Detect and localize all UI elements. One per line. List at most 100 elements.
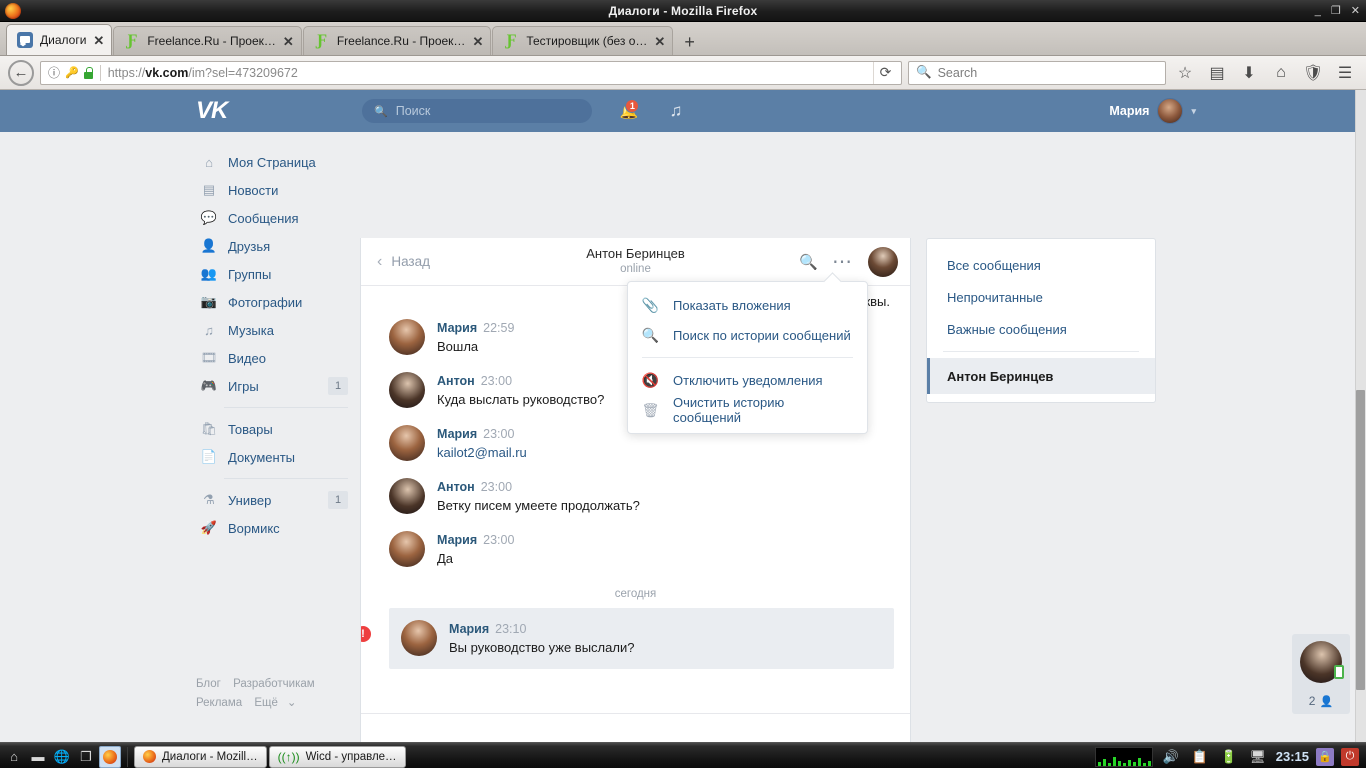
browser-globe-icon[interactable]: 🌐 (51, 746, 73, 768)
sidebar-item-label: Видео (228, 350, 266, 366)
lock-icon[interactable] (83, 66, 93, 79)
volume-icon[interactable]: 🔊 (1160, 746, 1182, 768)
footer-link-developers[interactable]: Разработчикам (233, 678, 315, 690)
tab-close-icon[interactable]: ✕ (472, 35, 483, 48)
message-author[interactable]: Антон (437, 374, 475, 388)
taskbar-window-firefox[interactable]: Диалоги - Mozill… (134, 745, 267, 768)
back-to-dialogs-button[interactable]: ‹ Назад (377, 253, 431, 270)
message-author[interactable]: Мария (437, 427, 477, 441)
avatar[interactable] (389, 319, 425, 355)
browser-tab-dialogi[interactable]: Диалоги ✕ (6, 24, 113, 55)
dialog-item-anton-berintsev[interactable]: Антон Беринцев (927, 358, 1155, 394)
hamburger-menu-icon[interactable]: ☰ (1332, 60, 1358, 86)
browser-navbar: ← ⓘ 🔑 https://vk.com/im?sel=473209672 ⟳ … (0, 56, 1366, 90)
minimize-button[interactable]: _ (1315, 5, 1321, 17)
sidebar-item-friends[interactable]: 👤 Друзья (196, 232, 352, 260)
message-author[interactable]: Антон (437, 480, 475, 494)
back-label: Назад (391, 254, 431, 269)
music-icon[interactable]: ♫ (663, 99, 689, 123)
message-text: Ветку писем умеете продолжать? (437, 498, 640, 513)
network-icon[interactable]: 🖥 (1247, 746, 1269, 768)
cpu-graph-icon[interactable] (1094, 746, 1153, 767)
tab-close-icon[interactable]: ✕ (654, 35, 665, 48)
notifications-bell-icon[interactable]: 🔔 1 (616, 99, 642, 123)
message-text[interactable]: kailot2@mail.ru (437, 444, 527, 462)
sidebar-item-groups[interactable]: 👥 Группы (196, 260, 352, 288)
battery-icon[interactable]: 🔋 (1218, 746, 1240, 768)
info-icon[interactable]: ⓘ (48, 64, 60, 81)
library-icon[interactable]: ▤ (1204, 60, 1230, 86)
vk-search-input[interactable]: 🔍 Поиск (362, 99, 592, 123)
tab-close-icon[interactable]: ✕ (283, 35, 294, 48)
desktop-menu-icon[interactable]: ⌂ (3, 746, 25, 768)
maximize-button[interactable]: ❐ (1331, 5, 1341, 17)
files-icon[interactable]: ▬ (27, 746, 49, 768)
avatar[interactable] (401, 620, 437, 656)
footer-link-more[interactable]: Ещё (254, 697, 278, 709)
clipboard-icon[interactable]: 📋 (1189, 746, 1211, 768)
reload-button[interactable]: ⟳ (873, 61, 897, 84)
sidebar-item-goods[interactable]: 🛍 Товары (196, 415, 352, 443)
browser-tab-freelance-2[interactable]: Ƒ Freelance.Ru - Проек… ✕ (302, 26, 492, 55)
sidebar-item-video[interactable]: 🎞 Видео (196, 344, 352, 372)
bookmark-star-icon[interactable]: ☆ (1172, 60, 1198, 86)
avatar[interactable] (868, 247, 898, 277)
clock[interactable]: 23:15 (1276, 749, 1309, 764)
sidebar-item-wormix[interactable]: 🚀 Вормикс (196, 514, 352, 542)
close-button[interactable]: ✕ (1351, 5, 1360, 17)
message-text: Вы руководство уже выслали? (449, 640, 635, 655)
avatar[interactable] (389, 478, 425, 514)
sidebar-item-univer[interactable]: ⚗ Универ 1 (196, 486, 352, 514)
key-icon[interactable]: 🔑 (65, 66, 79, 79)
vk-user-menu[interactable]: Мария ▾ (1109, 90, 1196, 132)
downloads-icon[interactable]: ⬇ (1236, 60, 1262, 86)
message-author[interactable]: Мария (437, 533, 477, 547)
sidebar-item-games[interactable]: 🎮 Игры 1 (196, 372, 352, 400)
filter-all-messages[interactable]: Все сообщения (927, 249, 1155, 281)
tab-close-icon[interactable]: ✕ (93, 34, 104, 47)
message-author[interactable]: Мария (449, 622, 489, 636)
footer-link-ads[interactable]: Реклама (196, 697, 242, 709)
sidebar-item-music[interactable]: ♫ Музыка (196, 316, 352, 344)
windows-switch-icon[interactable]: ❐ (75, 746, 97, 768)
search-icon[interactable]: 🔍 (799, 253, 818, 271)
url-bar[interactable]: ⓘ 🔑 https://vk.com/im?sel=473209672 ⟳ (40, 60, 902, 85)
back-button[interactable]: ← (8, 59, 34, 86)
sidebar-item-photos[interactable]: 📷 Фотографии (196, 288, 352, 316)
menu-item-mute-notifications[interactable]: 🔇 Отключить уведомления (628, 365, 867, 395)
browser-search-input[interactable]: 🔍 Search (908, 60, 1166, 85)
sidebar-item-my-page[interactable]: ⌂ Моя Страница (196, 148, 352, 176)
page-scrollbar-track[interactable] (1355, 90, 1366, 742)
avatar[interactable] (389, 425, 425, 461)
taskbar-window-wicd[interactable]: ((↑)) Wicd - управле… (268, 745, 406, 768)
sidebar-item-documents[interactable]: 📄 Документы (196, 443, 352, 471)
sidebar-footer: Блог Разработчикам Реклама Ещё ⌄ (196, 675, 366, 713)
firefox-launcher-icon[interactable] (99, 745, 121, 768)
sidebar-item-messages[interactable]: 💬 Сообщения (196, 204, 352, 232)
new-tab-button[interactable]: + (674, 33, 705, 55)
menu-item-clear-history[interactable]: 🗑 Очистить историю сообщений (628, 395, 867, 425)
documents-icon: 📄 (200, 449, 218, 464)
sidebar-item-news[interactable]: ▤ Новости (196, 176, 352, 204)
shield-icon[interactable]: 🛡 (1300, 60, 1326, 86)
filter-unread[interactable]: Непрочитанные (927, 281, 1155, 313)
more-options-icon[interactable]: ⋯ (832, 252, 854, 272)
message-author[interactable]: Мария (437, 321, 477, 335)
vk-logo-icon[interactable]: VK (196, 98, 228, 124)
page-scrollbar-thumb[interactable] (1356, 390, 1365, 690)
avatar[interactable] (1300, 641, 1344, 683)
footer-link-blog[interactable]: Блог (196, 678, 221, 690)
menu-item-label: Очистить историю сообщений (673, 395, 785, 425)
goods-icon: 🛍 (200, 421, 218, 436)
avatar[interactable] (389, 531, 425, 567)
menu-item-search-history[interactable]: 🔍 Поиск по истории сообщений (628, 320, 867, 350)
power-icon[interactable]: ⏻ (1341, 747, 1359, 766)
online-friends-widget[interactable]: 2 👤 (1292, 634, 1350, 714)
browser-tab-freelance-1[interactable]: Ƒ Freelance.Ru - Проек… ✕ (113, 26, 302, 55)
home-icon[interactable]: ⌂ (1268, 60, 1294, 86)
browser-tab-tester[interactable]: Ƒ Тестировщик (без о… ✕ (492, 26, 674, 55)
avatar[interactable] (389, 372, 425, 408)
lock-icon[interactable]: 🔒 (1316, 747, 1334, 766)
filter-important[interactable]: Важные сообщения (927, 313, 1155, 345)
menu-item-show-attachments[interactable]: 📎 Показать вложения (628, 290, 867, 320)
